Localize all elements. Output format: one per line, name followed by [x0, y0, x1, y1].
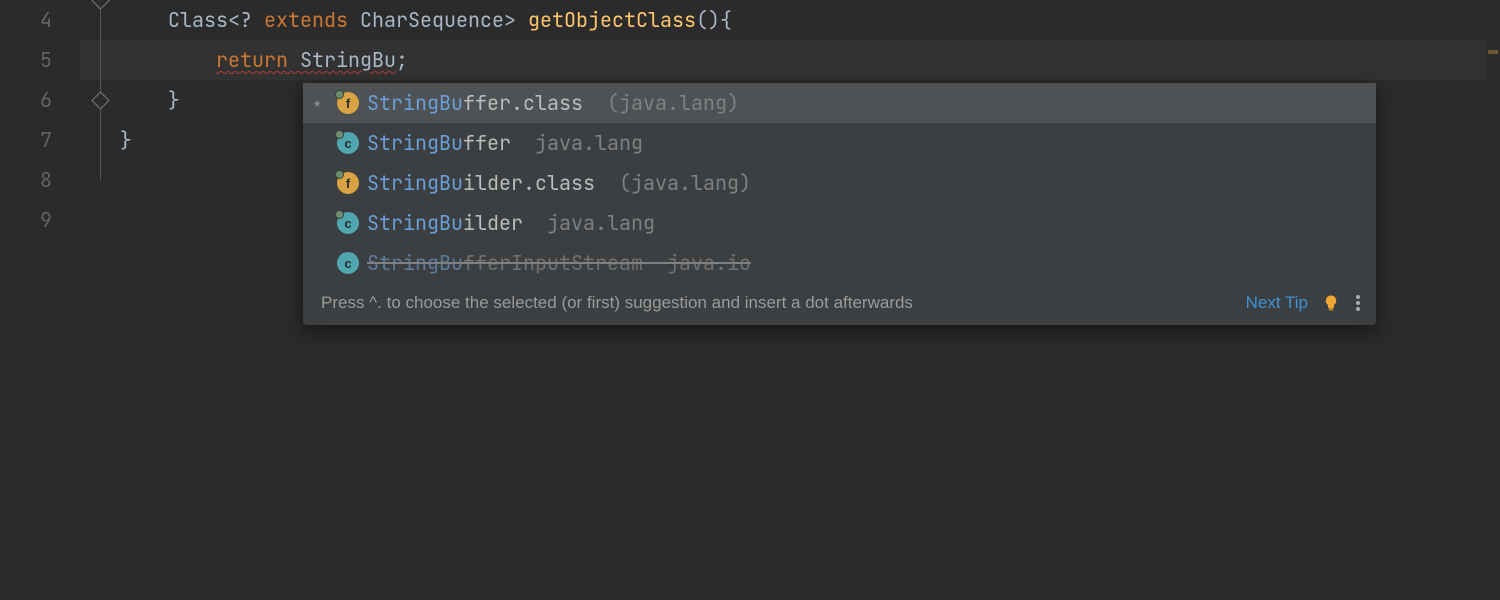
token: }: [120, 87, 180, 113]
completion-label: StringBuffer java.lang: [367, 130, 643, 156]
token-method: getObjectClass: [528, 7, 696, 33]
indent: [120, 47, 216, 73]
completion-tip-text: Press ^. to choose the selected (or firs…: [321, 293, 913, 313]
line-number: 8: [0, 160, 52, 200]
class-icon: c: [337, 212, 359, 234]
fold-marker-icon[interactable]: [91, 0, 109, 10]
class-icon: c: [337, 132, 359, 154]
line-number: 5: [0, 40, 52, 80]
token-error: StringBu: [300, 47, 396, 73]
line-number: 4: [0, 0, 52, 40]
static-dot-icon: [335, 210, 344, 219]
completion-label: StringBuilder.class (java.lang): [367, 170, 751, 196]
completion-footer: Press ^. to choose the selected (or firs…: [303, 283, 1376, 325]
token: Class<?: [168, 7, 264, 33]
completion-item[interactable]: c StringBuilder java.lang: [303, 203, 1376, 243]
indent: [120, 7, 168, 33]
token: ;: [396, 47, 408, 73]
completion-item[interactable]: c StringBuffer java.lang: [303, 123, 1376, 163]
token-keyword: return: [216, 47, 300, 73]
gutter: 4 5 6 7 8 9: [0, 0, 80, 600]
token: CharSequence>: [360, 7, 528, 33]
code-line[interactable]: return StringBu;: [120, 40, 1500, 80]
bulb-icon[interactable]: [1322, 294, 1340, 312]
static-dot-icon: [335, 130, 344, 139]
completion-item[interactable]: f StringBuilder.class (java.lang): [303, 163, 1376, 203]
completion-item[interactable]: ★ f StringBuffer.class (java.lang): [303, 83, 1376, 123]
token-keyword: extends: [264, 7, 360, 33]
line-number: 6: [0, 80, 52, 120]
token: (){: [696, 7, 732, 33]
completion-item[interactable]: c StringBufferInputStream java.io: [303, 243, 1376, 283]
star-icon: ★: [313, 94, 329, 112]
next-tip-link[interactable]: Next Tip: [1246, 293, 1308, 313]
static-dot-icon: [335, 170, 344, 179]
completion-label: StringBuffer.class (java.lang): [367, 90, 739, 116]
completion-label: StringBufferInputStream java.io: [367, 250, 751, 276]
kebab-menu-icon[interactable]: [1354, 295, 1362, 311]
static-dot-icon: [335, 90, 344, 99]
completion-label: StringBuilder java.lang: [367, 210, 655, 236]
field-icon: f: [337, 92, 359, 114]
fold-marker-icon[interactable]: [91, 91, 109, 109]
class-icon: c: [337, 252, 359, 274]
line-number: 9: [0, 200, 52, 240]
token: }: [120, 127, 132, 153]
completion-popup[interactable]: ★ f StringBuffer.class (java.lang) c StringB…: [303, 83, 1376, 325]
field-icon: f: [337, 172, 359, 194]
line-number: 7: [0, 120, 52, 160]
code-line[interactable]: Class<? extends CharSequence> getObjectC…: [120, 0, 1500, 40]
